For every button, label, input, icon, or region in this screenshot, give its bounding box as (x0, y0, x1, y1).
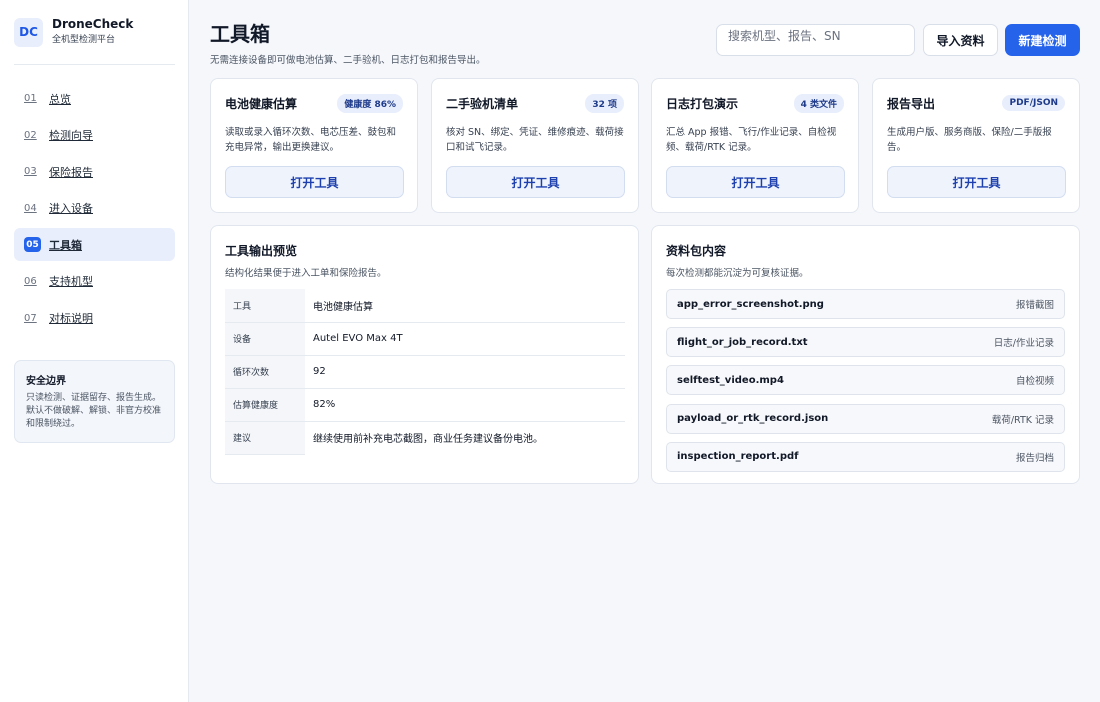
nav-label: 总览 (49, 92, 71, 106)
tool-badge: PDF/JSON (1002, 95, 1065, 111)
output-preview-panel: 工具输出预览 结构化结果便于进入工单和保险报告。 工具 电池健康估算 设备 Au… (210, 225, 639, 484)
search-input[interactable] (716, 24, 915, 56)
panel-title: 资料包内容 (666, 244, 727, 258)
safety-text: 只读检测、证据留存、报告生成。默认不做破解、解锁、非官方校准和限制绕过。 (26, 393, 162, 429)
nav-number: 05 (24, 237, 41, 253)
brand-subtitle: 全机型检测平台 (52, 35, 116, 45)
tool-title: 电池健康估算 (225, 96, 298, 111)
sidebar-item-benchmark-notes[interactable]: 07 对标说明 (14, 302, 175, 335)
tool-title: 报告导出 (887, 96, 936, 111)
file-tag: 载荷/RTK 记录 (991, 414, 1054, 426)
nav-label: 检测向导 (49, 129, 93, 143)
file-item[interactable]: inspection_report.pdf 报告归档 (666, 441, 1065, 472)
row-value: 电池健康估算 (305, 289, 625, 323)
row-value: 92 (305, 355, 625, 389)
table-row: 估算健康度 82% (225, 388, 625, 422)
file-name: inspection_report.pdf (677, 451, 799, 463)
table-row: 工具 电池健康估算 (225, 289, 625, 323)
sidebar-item-wizard[interactable]: 02 检测向导 (14, 119, 175, 152)
new-inspection-button[interactable]: 新建检测 (1005, 24, 1080, 56)
divider (14, 64, 175, 65)
row-value: 继续使用前补充电芯截图，商业任务建议备份电池。 (313, 434, 543, 446)
sidebar-item-supported-models[interactable]: 06 支持机型 (14, 265, 175, 298)
output-table: 工具 电池健康估算 设备 Autel EVO Max 4T 循环次数 92 估算… (225, 289, 625, 455)
nav-label: 保险报告 (49, 165, 93, 179)
file-item[interactable]: app_error_screenshot.png 报错截图 (666, 289, 1065, 319)
sidebar-item-overview[interactable]: 01 总览 (14, 82, 175, 115)
tool-title: 日志打包演示 (666, 96, 739, 111)
tool-title: 二手验机清单 (446, 96, 519, 111)
tool-badge: 4 类文件 (793, 93, 844, 113)
safety-title: 安全边界 (26, 376, 66, 387)
table-row: 设备 Autel EVO Max 4T (225, 322, 625, 356)
tool-card-battery-health: 电池健康估算 健康度 86% 读取或录入循环次数、电芯压差、鼓包和充电异常，输出… (210, 78, 418, 213)
tool-badge: 健康度 86% (337, 93, 403, 113)
row-key: 估算健康度 (225, 388, 305, 422)
open-tool-button[interactable]: 打开工具 (446, 166, 625, 198)
brand-logo: DC (14, 17, 43, 47)
row-key: 建议 (225, 421, 305, 455)
tool-card-used-checklist: 二手验机清单 32 项 核对 SN、绑定、凭证、维修痕迹、载荷接口和试飞记录。 … (431, 78, 639, 213)
file-name: payload_or_rtk_record.json (677, 413, 829, 425)
sidebar-item-toolbox[interactable]: 05 工具箱 (14, 228, 175, 262)
file-list: app_error_screenshot.png 报错截图 flight_or_… (666, 289, 1065, 472)
panel-subtitle: 结构化结果便于进入工单和保险报告。 (225, 268, 387, 279)
nav-label: 工具箱 (49, 238, 82, 252)
row-value: 82% (305, 388, 625, 422)
safety-boundary-note: 安全边界 只读检测、证据留存、报告生成。默认不做破解、解锁、非官方校准和限制绕过… (14, 360, 175, 443)
file-item[interactable]: flight_or_job_record.txt 日志/作业记录 (666, 327, 1065, 358)
row-key: 设备 (225, 322, 305, 356)
file-name: app_error_screenshot.png (677, 298, 824, 310)
file-name: selftest_video.mp4 (677, 374, 784, 386)
open-tool-button[interactable]: 打开工具 (225, 166, 404, 198)
file-tag: 报错截图 (1015, 300, 1054, 311)
file-item[interactable]: payload_or_rtk_record.json 载荷/RTK 记录 (666, 403, 1065, 434)
file-tag: 自检视频 (1015, 376, 1054, 388)
file-name: flight_or_job_record.txt (677, 336, 808, 348)
file-item[interactable]: selftest_video.mp4 自检视频 (666, 365, 1065, 396)
sidebar-nav: 01 总览 02 检测向导 03 保险报告 04 进入设备 05 工具箱 06 … (14, 82, 175, 338)
row-key: 工具 (225, 289, 305, 323)
import-button[interactable]: 导入资料 (923, 24, 998, 56)
panel-subtitle: 每次检测都能沉淀为可复核证据。 (666, 268, 809, 279)
nav-number: 03 (24, 166, 37, 178)
file-tag: 日志/作业记录 (993, 338, 1054, 350)
nav-number: 01 (24, 93, 37, 104)
nav-number: 06 (24, 275, 37, 287)
tool-description: 生成用户版、服务商版、保险/二手版报告。 (887, 127, 1052, 153)
tool-description: 核对 SN、绑定、凭证、维修痕迹、载荷接口和试飞记录。 (446, 127, 624, 153)
nav-number: 07 (24, 312, 37, 324)
brand-name: DroneCheck (52, 17, 134, 31)
tool-description: 读取或录入循环次数、电芯压差、鼓包和充电异常，输出更换建议。 (225, 127, 397, 153)
open-tool-button[interactable]: 打开工具 (666, 166, 845, 198)
row-key: 循环次数 (225, 355, 305, 389)
nav-number: 02 (24, 129, 37, 141)
table-row: 建议 继续使用前补充电芯截图，商业任务建议备份电池。 (225, 421, 625, 455)
nav-label: 支持机型 (49, 275, 93, 289)
page-subtitle: 无需连接设备即可做电池估算、二手验机、日志打包和报告导出。 (210, 55, 486, 66)
brand[interactable]: DC DroneCheck 全机型检测平台 (14, 17, 133, 47)
file-tag: 报告归档 (1015, 452, 1054, 464)
row-value: Autel EVO Max 4T (305, 322, 625, 356)
tool-description: 汇总 App 报错、飞行/作业记录、自检视频、载荷/RTK 记录。 (666, 127, 837, 153)
open-tool-button[interactable]: 打开工具 (887, 166, 1066, 198)
nav-label: 进入设备 (49, 202, 93, 216)
sidebar: DC DroneCheck 全机型检测平台 01 总览 02 检测向导 03 保… (0, 0, 189, 702)
tool-badge: 32 项 (585, 93, 624, 113)
sidebar-item-insurance-report[interactable]: 03 保险报告 (14, 155, 175, 188)
tool-card-report-export: 报告导出 PDF/JSON 生成用户版、服务商版、保险/二手版报告。 打开工具 (872, 78, 1080, 213)
page-title: 工具箱 (210, 22, 270, 46)
tool-card-log-package: 日志打包演示 4 类文件 汇总 App 报错、飞行/作业记录、自检视频、载荷/R… (651, 78, 859, 213)
package-contents-panel: 资料包内容 每次检测都能沉淀为可复核证据。 app_error_screensh… (651, 225, 1080, 484)
table-row: 循环次数 92 (225, 355, 625, 389)
panel-title: 工具输出预览 (225, 244, 298, 258)
nav-label: 对标说明 (49, 312, 93, 326)
sidebar-item-enter-device[interactable]: 04 进入设备 (14, 192, 175, 225)
nav-number: 04 (24, 202, 37, 214)
